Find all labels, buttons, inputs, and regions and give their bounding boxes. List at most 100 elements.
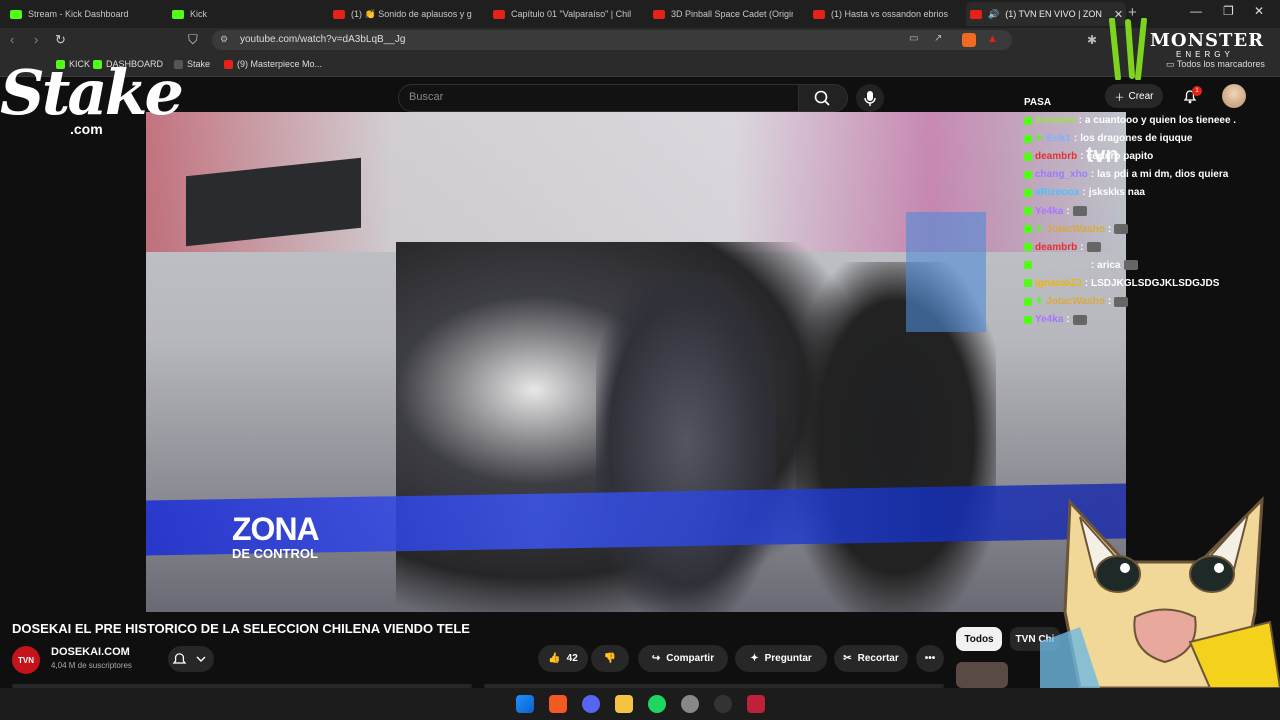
cast-icon[interactable]: ▭ <box>909 33 918 44</box>
kick-badge-icon <box>1024 116 1032 125</box>
reload-icon[interactable]: ↻ <box>55 32 66 48</box>
search-button[interactable] <box>798 84 848 112</box>
chat-separator: : <box>1090 169 1095 181</box>
create-button[interactable]: ＋ Crear <box>1105 84 1163 108</box>
chat-username: Ye4ka <box>1035 314 1064 326</box>
more-icon: ••• <box>924 653 936 664</box>
ask-button[interactable]: ✦ Preguntar <box>735 645 827 672</box>
clip-button[interactable]: ✂ Recortar <box>834 645 908 672</box>
search-input[interactable] <box>398 84 800 112</box>
all-bookmarks-label: Todos los marcadores <box>1176 59 1265 69</box>
voice-search-button[interactable] <box>856 84 884 112</box>
obs-icon[interactable] <box>714 695 732 713</box>
site-settings-icon[interactable]: ⚙ <box>220 34 228 45</box>
kick-badge-icon <box>1024 243 1032 252</box>
tab-title: (1) TVN EN VIVO | ZON <box>1005 9 1102 19</box>
spotify-icon[interactable] <box>648 695 666 713</box>
kick-badge-icon <box>1024 315 1032 324</box>
tab-title: Stream - Kick Dashboard <box>28 9 129 19</box>
extensions-icon[interactable]: ✱ <box>1087 33 1097 47</box>
bell-icon <box>172 653 206 664</box>
chat-separator: : <box>1078 115 1082 126</box>
clip-label: Recortar <box>857 653 899 664</box>
settings-app-icon[interactable] <box>681 695 699 713</box>
youtube-icon <box>653 9 665 19</box>
category-chip-todos[interactable]: Todos <box>956 627 1002 651</box>
close-window-icon[interactable]: ✕ <box>1254 4 1264 18</box>
thumbs-up-icon: 👍 <box>548 653 561 664</box>
monster-logo-subtext: ENERGY <box>1176 50 1234 59</box>
more-actions-button[interactable]: ••• <box>916 645 944 672</box>
chat-message: deambrb: <box>1024 242 1101 253</box>
maximize-icon[interactable]: ❐ <box>1223 4 1234 18</box>
tab-pinball[interactable]: 3D Pinball Space Cadet (Origin <box>653 2 793 26</box>
brave-shield-icon[interactable] <box>962 33 976 47</box>
user-avatar[interactable] <box>1222 84 1246 108</box>
chat-username: JotacWasho <box>1046 296 1105 307</box>
speaker-icon: 🔊 <box>988 8 1000 19</box>
discord-icon[interactable] <box>582 695 600 713</box>
tab-valparaiso[interactable]: Capítulo 01 "Valparaíso" | Chil <box>493 2 633 26</box>
chat-message: ✦ JotacWasho: <box>1024 296 1129 307</box>
subscription-bell-button[interactable] <box>168 646 214 672</box>
chat-text: los dragones de iquque <box>1080 133 1193 145</box>
tab-title: 3D Pinball Space Cadet (Origin <box>671 9 793 19</box>
share-button[interactable]: ↪ Compartir <box>638 645 728 672</box>
brave-rewards-icon[interactable]: ▲ <box>987 33 998 45</box>
sparkle-icon: ✦ <box>750 653 759 664</box>
subscriber-count: 4,04 M de suscriptores <box>51 661 132 670</box>
like-count: 42 <box>566 653 578 664</box>
kick-badge-icon <box>1024 207 1032 215</box>
chat-message: ✦ Erik1: los dragones de iquque <box>1024 133 1192 144</box>
channel-avatar[interactable]: TVN <box>12 646 40 674</box>
tab-tvn-active[interactable]: 🔊 (1) TVN EN VIVO | ZON ✕ <box>966 2 1126 26</box>
chat-message: 2lmismo: a cuantooo y quien los tieneee . <box>1024 115 1236 126</box>
tab-kick[interactable]: Kick <box>172 2 322 26</box>
plus-icon: ＋ <box>1114 92 1125 104</box>
tab-hasta-vs[interactable]: (1) Hasta vs ossandon ebrios <box>813 2 953 26</box>
chat-username: crisstobaal <box>1035 259 1088 271</box>
chat-separator: : <box>1084 277 1089 289</box>
emote-icon <box>1086 242 1101 253</box>
chat-username: Ye4ka <box>1035 205 1064 217</box>
youtube-icon <box>493 9 505 19</box>
minimize-icon[interactable]: — <box>1190 4 1202 18</box>
scissors-icon: ✂ <box>843 653 852 664</box>
windows-start-icon[interactable] <box>516 695 534 713</box>
chat-text: LSDJKGLSDGJKLSDGJDS <box>1091 277 1220 289</box>
app-icon[interactable] <box>747 695 765 713</box>
verified-icon: ✦ <box>1035 133 1044 145</box>
chat-separator: : <box>1080 151 1084 163</box>
chat-message: xRizooox: jskskks naa <box>1024 187 1145 198</box>
monster-logo-text: MONSTER <box>1150 30 1265 51</box>
back-icon[interactable]: ‹ <box>10 32 14 47</box>
forward-icon[interactable]: › <box>34 32 38 47</box>
chat-username: chang_xho <box>1035 169 1088 181</box>
recommended-thumbnail[interactable] <box>956 662 1008 688</box>
bookmark-masterpiece[interactable]: (9) Masterpiece Mo... <box>224 59 322 69</box>
chat-message: chang_xho: las pdi a mi dm, dios quiera <box>1024 169 1228 180</box>
folder-icon: ▭ <box>1166 59 1177 69</box>
tab-kick-dashboard[interactable]: Stream - Kick Dashboard <box>10 2 160 26</box>
screen-display <box>906 212 986 332</box>
chat-message: Ye4ka: <box>1024 206 1087 217</box>
stake-logo: Stake <box>0 56 184 129</box>
cat-avatar-overlay <box>1040 492 1280 690</box>
emote-icon <box>1072 206 1087 216</box>
bookmark-icon[interactable]: ⛉ <box>188 32 198 48</box>
chat-message: deambrb: certero papito <box>1024 151 1153 162</box>
share-icon: ↪ <box>651 653 661 664</box>
kick-badge-icon <box>1024 152 1032 161</box>
file-explorer-icon[interactable] <box>615 695 633 713</box>
share-page-icon[interactable]: ↗ <box>934 33 942 44</box>
channel-name[interactable]: DOSEKAI.COM <box>51 646 130 658</box>
youtube-icon <box>970 9 982 19</box>
dislike-button[interactable]: 👎 <box>591 645 629 672</box>
tab-title: (1) Hasta vs ossandon ebrios <box>831 9 949 19</box>
all-bookmarks-button[interactable]: ▭ Todos los marcadores <box>1166 59 1265 70</box>
chat-separator: : <box>1082 187 1086 199</box>
tab-aplausos[interactable]: (1) 👏 Sonido de aplausos y g <box>333 2 473 26</box>
like-button[interactable]: 👍 42 <box>538 645 588 672</box>
kick-badge-icon <box>1024 134 1032 143</box>
brave-icon[interactable] <box>549 695 567 713</box>
